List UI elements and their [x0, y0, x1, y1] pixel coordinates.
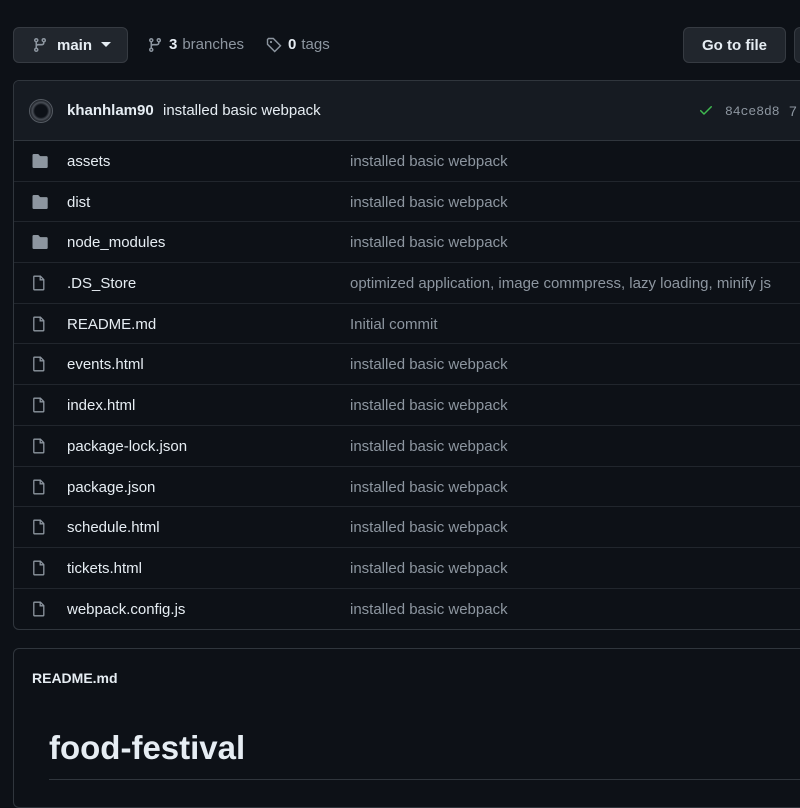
file-row[interactable]: package.json installed basic webpack [14, 467, 800, 508]
file-name-link[interactable]: README.md [67, 316, 156, 333]
file-row[interactable]: dist installed basic webpack [14, 182, 800, 223]
file-commit-message-link[interactable]: installed basic webpack [350, 479, 508, 496]
repo-toolbar: main 3 branches 0 tags Go to file [0, 0, 800, 80]
file-icon [31, 560, 49, 576]
file-name-link[interactable]: tickets.html [67, 560, 142, 577]
file-icon [31, 356, 49, 372]
file-row[interactable]: .DS_Store optimized application, image co… [14, 263, 800, 304]
file-name-link[interactable]: package.json [67, 479, 155, 496]
file-name-link[interactable]: .DS_Store [67, 275, 136, 292]
file-commit-message-link[interactable]: installed basic webpack [350, 194, 508, 211]
avatar[interactable] [29, 99, 53, 123]
go-to-file-button[interactable]: Go to file [683, 27, 786, 63]
file-name-link[interactable]: package-lock.json [67, 438, 187, 455]
file-icon [31, 438, 49, 454]
commit-time: 7 [789, 103, 797, 119]
branches-count: 3 [169, 36, 178, 53]
file-commit-message-link[interactable]: installed basic webpack [350, 519, 508, 536]
file-row[interactable]: events.html installed basic webpack [14, 344, 800, 386]
file-icon [31, 316, 49, 332]
tag-icon [266, 37, 282, 52]
file-icon [31, 397, 49, 413]
file-name-link[interactable]: webpack.config.js [67, 601, 185, 618]
file-row[interactable]: assets installed basic webpack [14, 141, 800, 182]
file-icon [31, 479, 49, 495]
file-commit-message-link[interactable]: installed basic webpack [350, 234, 508, 251]
file-list: khanhlam90 installed basic webpack 84ce8… [13, 80, 800, 630]
file-icon [31, 275, 49, 291]
commit-sha-link[interactable]: 84ce8d8 [725, 104, 780, 119]
file-name-link[interactable]: node_modules [67, 234, 165, 251]
readme-panel: README.md food-festival [13, 648, 800, 808]
folder-icon [31, 234, 49, 250]
branch-name: main [57, 36, 93, 54]
branch-selector-button[interactable]: main [13, 27, 128, 63]
file-icon [31, 601, 49, 617]
readme-title: food-festival [49, 729, 246, 766]
latest-commit-bar: khanhlam90 installed basic webpack 84ce8… [14, 81, 800, 141]
check-icon[interactable] [698, 102, 714, 118]
file-commit-message-link[interactable]: installed basic webpack [350, 356, 508, 373]
file-row[interactable]: index.html installed basic webpack [14, 385, 800, 426]
file-name-link[interactable]: events.html [67, 356, 144, 373]
commit-author-link[interactable]: khanhlam90 [67, 102, 154, 119]
add-file-button[interactable] [794, 27, 800, 63]
file-commit-message-link[interactable]: installed basic webpack [350, 438, 508, 455]
file-row[interactable]: tickets.html installed basic webpack [14, 548, 800, 589]
caret-down-icon [101, 42, 112, 47]
file-row[interactable]: schedule.html installed basic webpack [14, 507, 800, 548]
branches-label: branches [182, 36, 245, 53]
file-commit-message-link[interactable]: installed basic webpack [350, 560, 508, 577]
file-row[interactable]: package-lock.json installed basic webpack [14, 426, 800, 467]
git-branch-icon [149, 37, 161, 52]
folder-icon [31, 194, 49, 210]
tags-link[interactable]: 0 tags [266, 36, 330, 53]
file-commit-message-link[interactable]: Initial commit [350, 316, 438, 333]
file-name-link[interactable]: index.html [67, 397, 135, 414]
readme-filename[interactable]: README.md [32, 670, 118, 686]
file-name-link[interactable]: schedule.html [67, 519, 160, 536]
file-row[interactable]: webpack.config.js installed basic webpack [14, 589, 800, 629]
file-row[interactable]: node_modules installed basic webpack [14, 222, 800, 264]
branches-link[interactable]: 3 branches [147, 36, 244, 53]
tags-count: 0 [288, 36, 297, 53]
folder-icon [31, 153, 49, 169]
divider [49, 779, 800, 780]
file-commit-message-link[interactable]: installed basic webpack [350, 601, 508, 618]
file-row[interactable]: README.md Initial commit [14, 304, 800, 345]
commit-message-link[interactable]: installed basic webpack [163, 102, 321, 119]
git-branch-icon [34, 37, 46, 53]
file-commit-message-link[interactable]: installed basic webpack [350, 397, 508, 414]
file-commit-message-link[interactable]: installed basic webpack [350, 153, 508, 170]
file-rows: assets installed basic webpack dist install… [14, 141, 800, 629]
file-name-link[interactable]: dist [67, 194, 90, 211]
file-commit-message-link[interactable]: optimized application, image commpress, … [350, 275, 771, 292]
file-icon [31, 519, 49, 535]
tags-label: tags [301, 36, 330, 53]
file-name-link[interactable]: assets [67, 153, 110, 170]
